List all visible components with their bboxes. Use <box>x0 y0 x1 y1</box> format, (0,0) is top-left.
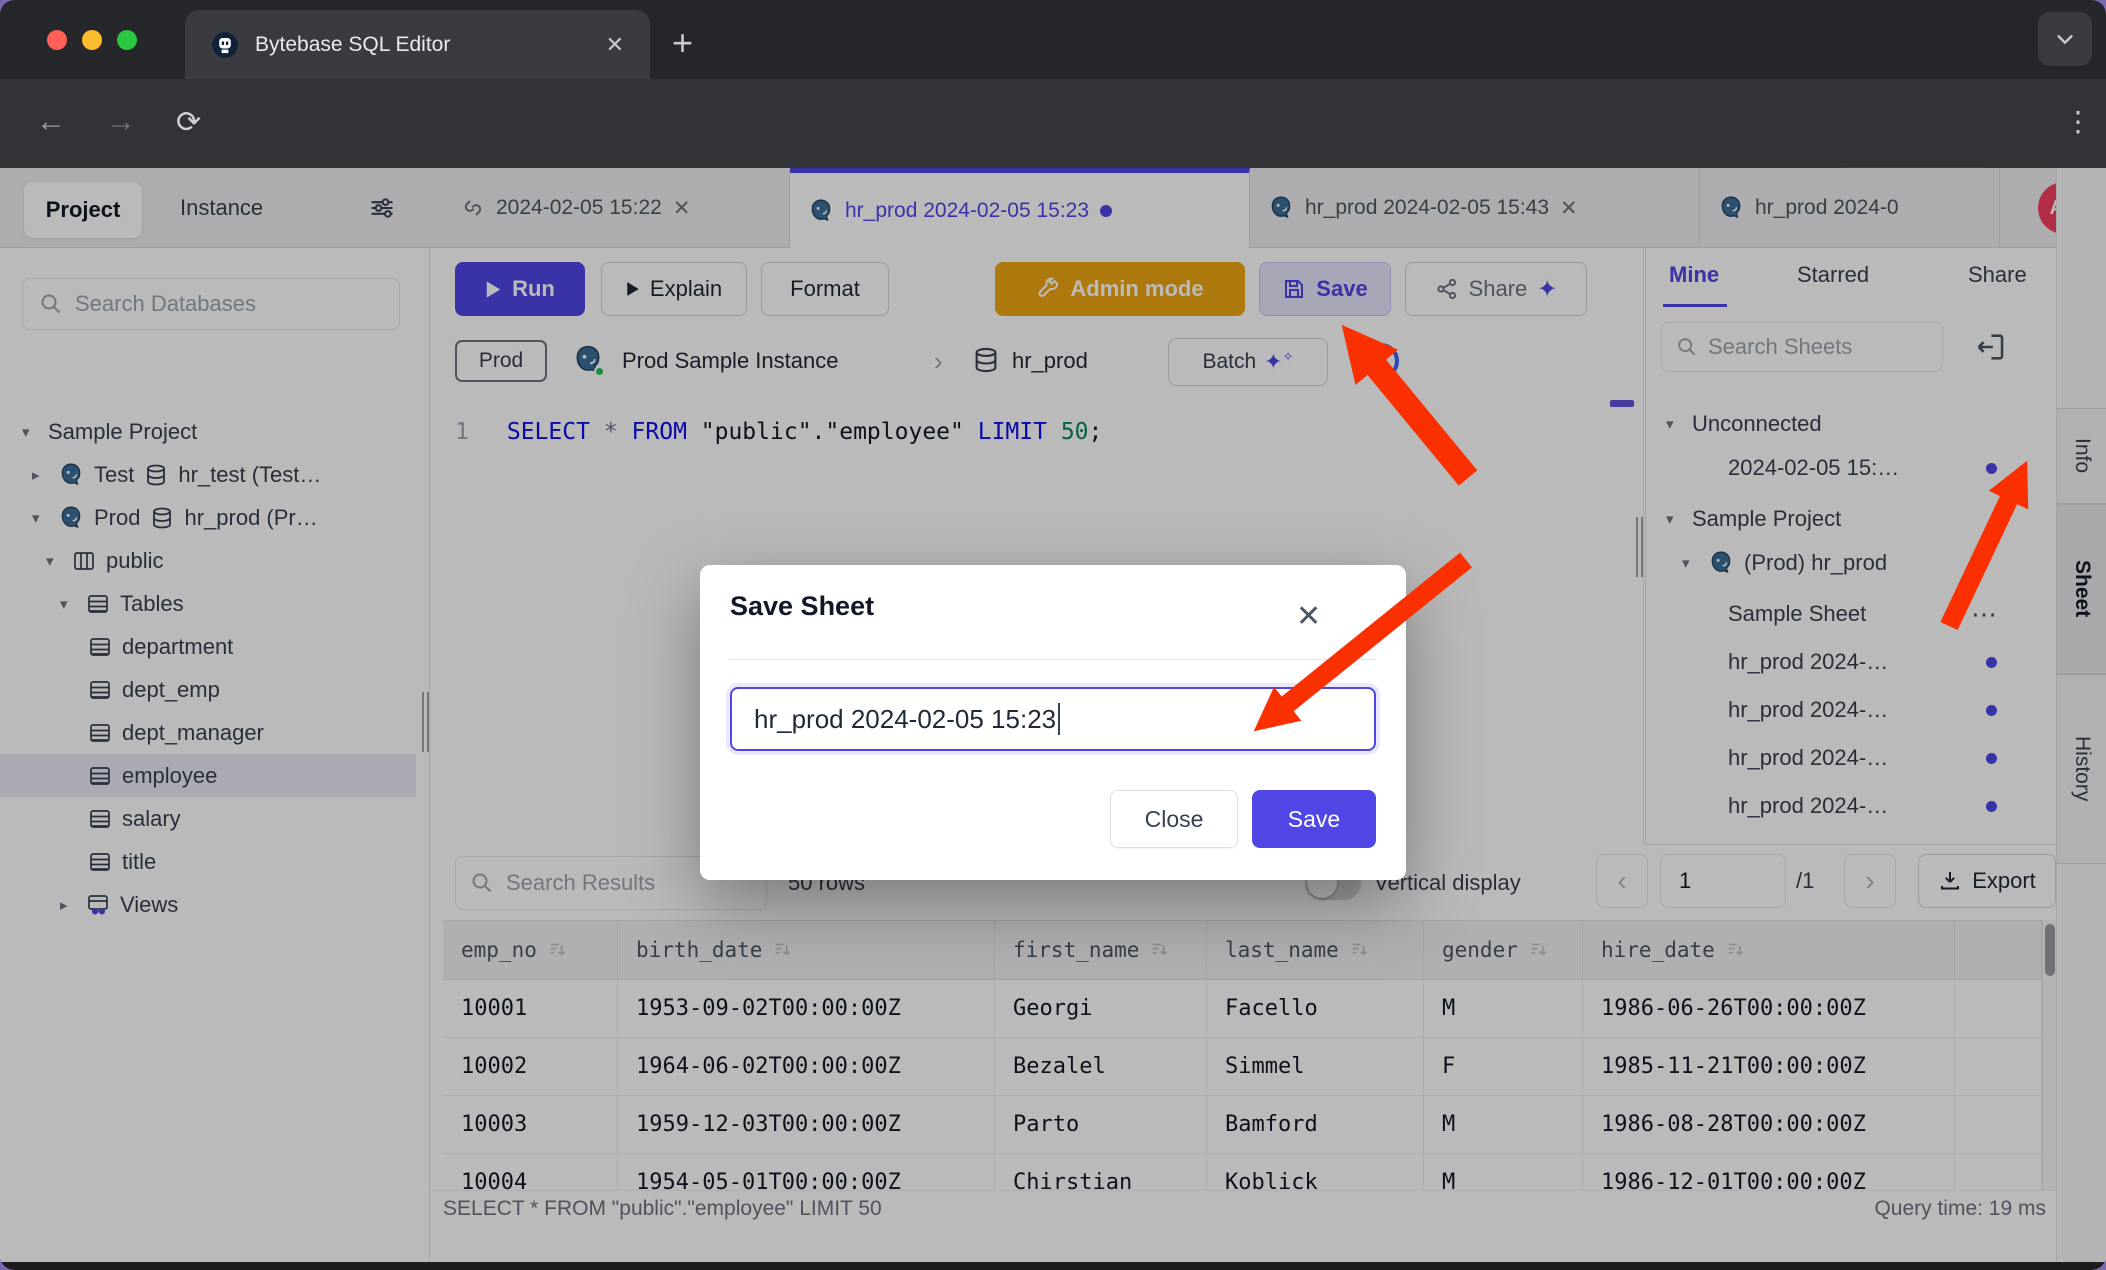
browser-window: Bytebase SQL Editor ✕ + ← → ⟳ ⓘ localhos… <box>0 0 2106 1270</box>
dialog-close-button[interactable]: Close <box>1110 790 1238 848</box>
sheet-name-input[interactable]: hr_prod 2024-02-05 15:23 <box>730 687 1376 751</box>
text-cursor <box>1058 703 1060 735</box>
dialog-save-button[interactable]: Save <box>1252 790 1376 848</box>
browser-tabstrip: Bytebase SQL Editor ✕ + <box>0 0 2106 79</box>
back-icon[interactable]: ← <box>36 105 66 139</box>
reload-icon[interactable]: ⟳ <box>176 105 201 140</box>
browser-tab-title: Bytebase SQL Editor <box>255 33 450 57</box>
sheet-name-value: hr_prod 2024-02-05 15:23 <box>754 704 1056 735</box>
forward-icon[interactable]: → <box>106 105 136 139</box>
chevron-down-icon <box>2054 28 2076 50</box>
zoom-window-button[interactable] <box>117 30 137 50</box>
dialog-title: Save Sheet <box>730 591 874 622</box>
browser-tab[interactable]: Bytebase SQL Editor ✕ <box>185 10 650 79</box>
close-window-button[interactable] <box>47 30 67 50</box>
dialog-close-icon[interactable]: ✕ <box>1296 599 1321 634</box>
tab-search-button[interactable] <box>2038 12 2092 66</box>
browser-menu-icon[interactable]: ⋮ <box>2064 105 2092 138</box>
bytebase-favicon <box>211 31 239 59</box>
dialog-divider <box>730 659 1376 660</box>
browser-toolbar: ← → ⟳ ⓘ localhost:8080/sql-editor/prod-s… <box>0 79 2106 168</box>
window-bottom-edge <box>0 1262 2106 1270</box>
close-tab-icon[interactable]: ✕ <box>606 32 624 58</box>
new-tab-button[interactable]: + <box>672 22 693 64</box>
minimize-window-button[interactable] <box>82 30 102 50</box>
